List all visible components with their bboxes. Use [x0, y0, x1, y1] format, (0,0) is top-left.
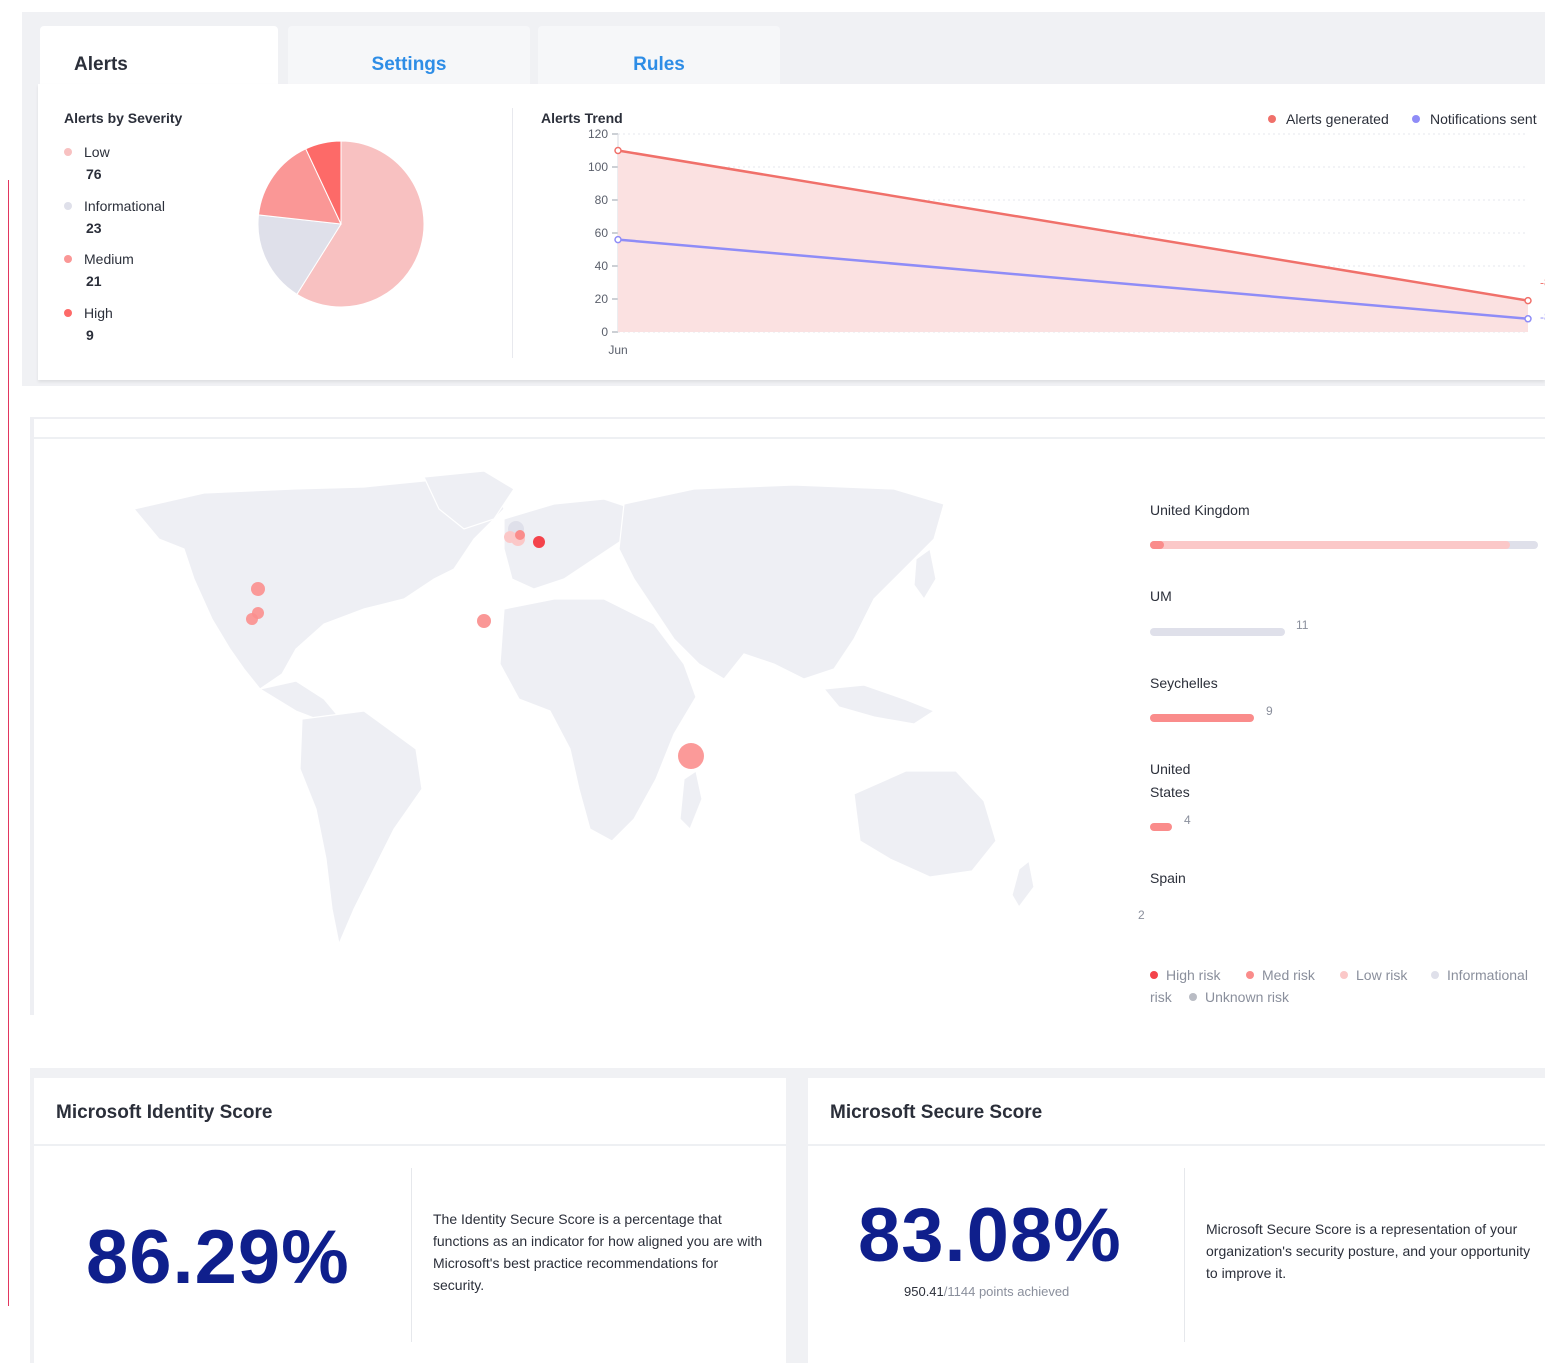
- risk-legend-unknown[interactable]: Unknown risk: [1189, 989, 1289, 1005]
- south-america-shape: [299, 710, 423, 947]
- low-dot-icon: [64, 148, 72, 157]
- world-map: [132, 470, 1035, 947]
- card-vertical-divider: [1184, 1168, 1185, 1342]
- secure-score-card: Microsoft Secure Score 83.08% 950.41/114…: [808, 1078, 1545, 1363]
- alerts-generated-area: [618, 150, 1528, 332]
- secure-score-description: Microsoft Secure Score is a representati…: [1206, 1221, 1531, 1281]
- series-point[interactable]: [1524, 315, 1532, 323]
- country-bar-um[interactable]: [1150, 628, 1285, 636]
- country-bar-uk-low: [1150, 541, 1510, 549]
- alerts-body: Alerts by Severity Low 76 Informational …: [38, 84, 1545, 380]
- card-vertical-divider: [411, 1168, 412, 1342]
- alerts-generated-dot-icon: [1268, 115, 1276, 124]
- secure-score-points: 950.41/1144 points achieved: [904, 1284, 1070, 1299]
- country-label: United States: [1150, 761, 1191, 800]
- y-tick-label: 20: [595, 292, 609, 306]
- x-tick-label: Jun: [608, 343, 627, 356]
- legend-alerts-generated[interactable]: Alerts generated: [1268, 111, 1389, 127]
- legend-notifications-sent[interactable]: Notifications sent: [1412, 111, 1537, 127]
- map-marker-seychelles: [678, 743, 704, 769]
- alerts-panel: Alerts Settings Rules Alerts by Severity…: [22, 12, 1545, 386]
- y-tick-label: 100: [588, 160, 608, 174]
- notifications-sent-dot-icon: [1412, 115, 1420, 124]
- unknown-risk-dot-icon: [1189, 993, 1197, 1002]
- map-header-line: [34, 437, 1545, 439]
- series-point[interactable]: [614, 235, 622, 244]
- informational-dot-icon: [64, 202, 72, 211]
- trend-title: Alerts Trend: [541, 110, 623, 126]
- country-bar-uk-med: [1150, 541, 1164, 549]
- medium-dot-icon: [64, 255, 72, 264]
- country-label: Spain: [1150, 870, 1186, 886]
- southeast-asia-shape: [822, 684, 936, 725]
- map-marker-us-3: [246, 613, 258, 625]
- map-marker-uk-4: [515, 530, 525, 540]
- identity-score-description: The Identity Secure Score is a percentag…: [433, 1211, 763, 1293]
- map-marker-spain: [477, 614, 491, 628]
- low-risk-dot-icon: [1340, 971, 1348, 980]
- central-america-shape: [258, 680, 341, 722]
- identity-score-card: Microsoft Identity Score 86.29% The Iden…: [34, 1078, 786, 1363]
- high-dot-icon: [64, 309, 72, 318]
- map-marker-europe: [533, 536, 545, 548]
- accent-line: [8, 180, 9, 1306]
- severity-count: 9: [86, 327, 94, 343]
- secure-score-title: Microsoft Secure Score: [830, 1102, 1043, 1123]
- severity-pie-chart: [257, 140, 425, 308]
- y-tick-label: 0: [601, 325, 608, 339]
- med-risk-dot-icon: [1246, 971, 1254, 980]
- risk-legend-med[interactable]: Med risk: [1246, 967, 1315, 983]
- country-label: UM: [1150, 588, 1172, 604]
- severity-count: 21: [86, 273, 102, 289]
- new-zealand-shape: [1011, 859, 1035, 909]
- country-bar-united-states[interactable]: [1150, 823, 1172, 831]
- identity-score-value: 86.29%: [86, 1215, 350, 1300]
- severity-count: 23: [86, 220, 102, 236]
- australia-shape: [853, 770, 997, 878]
- panel-divider: [512, 108, 513, 358]
- europe-shape: [503, 498, 635, 590]
- change-label: -83%: [1540, 276, 1545, 290]
- card-divider: [34, 1144, 786, 1146]
- y-tick-label: 120: [588, 127, 608, 141]
- risk-legend-informational[interactable]: Informational: [1431, 967, 1528, 983]
- country-label: United Kingdom: [1150, 502, 1250, 518]
- change-label: -86%: [1540, 310, 1545, 324]
- africa-shape: [499, 598, 697, 842]
- map-marker-us-1: [251, 582, 265, 596]
- severity-item-informational: Informational 23: [64, 198, 165, 236]
- series-point[interactable]: [614, 146, 622, 155]
- country-value: 4: [1184, 813, 1191, 827]
- country-label: Seychelles: [1150, 675, 1218, 691]
- country-value: 9: [1266, 704, 1273, 718]
- identity-score-title: Microsoft Identity Score: [56, 1102, 273, 1123]
- card-divider: [808, 1144, 1545, 1146]
- severity-item-medium: Medium 21: [64, 251, 134, 289]
- score-area: Microsoft Identity Score 86.29% The Iden…: [30, 1068, 1545, 1363]
- risk-legend-informational-cont: risk: [1150, 989, 1172, 1005]
- alerts-trend-chart: 120 100 80 60 40 20 0Jun -83% -86%: [588, 127, 1545, 356]
- informational-risk-dot-icon: [1431, 971, 1439, 980]
- secure-score-value: 83.08%: [858, 1193, 1122, 1278]
- y-tick-label: 60: [595, 226, 609, 240]
- country-value: 2: [1138, 908, 1145, 922]
- country-value: 11: [1296, 618, 1309, 632]
- severity-count: 76: [86, 166, 102, 182]
- series-point[interactable]: [1524, 296, 1532, 305]
- madagascar-shape: [679, 770, 703, 831]
- risk-legend-low[interactable]: Low risk: [1340, 967, 1407, 983]
- severity-item-high: High 9: [64, 305, 113, 343]
- map-panel: United Kingdom UM 11 Seychelles 9 United…: [30, 417, 1545, 1015]
- risk-legend-high[interactable]: High risk: [1150, 967, 1220, 983]
- country-bar-seychelles[interactable]: [1150, 714, 1254, 722]
- severity-title: Alerts by Severity: [64, 110, 183, 126]
- severity-item-low: Low 76: [64, 144, 110, 182]
- high-risk-dot-icon: [1150, 971, 1158, 980]
- y-tick-label: 40: [595, 259, 609, 273]
- y-tick-label: 80: [595, 193, 609, 207]
